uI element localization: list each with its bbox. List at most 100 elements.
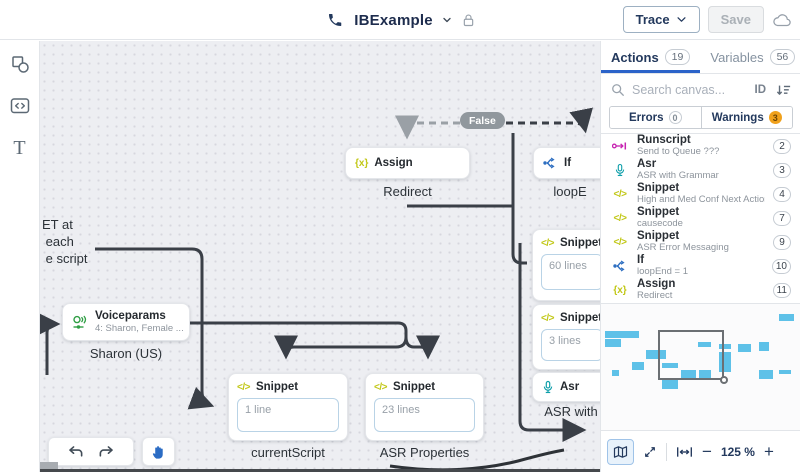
- node-label-currentscript: currentScript: [228, 445, 348, 460]
- trace-button[interactable]: Trace: [623, 6, 700, 33]
- tab-actions[interactable]: Actions 19: [601, 41, 700, 73]
- trace-chevron-icon: [676, 14, 687, 25]
- right-panel: Actions 19 Variables 56 Search canvas...…: [600, 41, 800, 472]
- action-subtitle: ASR Error Messaging: [637, 243, 765, 253]
- node-voiceparams[interactable]: Voiceparams 4: Sharon, Female ...: [62, 303, 190, 341]
- tab-label: Variables: [710, 50, 763, 65]
- action-row-snippet-causecode[interactable]: </> Snippet causecode 7: [601, 206, 800, 230]
- errors-filter-button[interactable]: Errors 0: [610, 107, 701, 128]
- pan-tool-button[interactable]: [142, 437, 175, 466]
- action-row-snippet-high[interactable]: </> Snippet High and Med Conf Next Actio…: [601, 182, 800, 206]
- undo-icon[interactable]: [66, 444, 84, 459]
- edge-into-voiceparams[interactable]: [47, 324, 56, 375]
- id-sort-label: ID: [755, 84, 767, 96]
- panel-tabs: Actions 19 Variables 56: [601, 41, 800, 74]
- action-number-badge: 4: [773, 187, 791, 202]
- shapes-tool-icon[interactable]: [9, 53, 31, 75]
- errors-label: Errors: [629, 112, 664, 124]
- search-icon: [611, 83, 625, 97]
- snippet-icon: </>: [541, 313, 554, 324]
- edge-to-currentscript[interactable]: [286, 337, 406, 355]
- action-subtitle: High and Med Conf Next Action: [637, 195, 765, 205]
- minimap-node: [662, 380, 678, 389]
- left-toolbar: T: [0, 41, 40, 472]
- node-snippet-currentscript[interactable]: </> Snippet 1 line: [228, 373, 348, 441]
- node-asr[interactable]: Asr: [532, 372, 600, 402]
- node-label-sharon: Sharon (US): [62, 346, 190, 361]
- redo-icon[interactable]: [98, 444, 116, 459]
- action-row-snippet-asrerror[interactable]: </> Snippet ASR Error Messaging 9: [601, 230, 800, 254]
- search-canvas-input[interactable]: Search canvas...: [632, 83, 748, 97]
- variables-count-badge: 56: [770, 49, 796, 65]
- minimap-viewport[interactable]: [658, 330, 724, 380]
- sort-icon[interactable]: [776, 83, 791, 97]
- minimap-toggle-button[interactable]: [607, 439, 634, 465]
- minimap-node: [779, 314, 794, 321]
- undo-redo-toolbar: [48, 437, 134, 466]
- minimap-node: [612, 370, 619, 376]
- node-snippet-asrproperties[interactable]: </> Snippet 23 lines: [365, 373, 484, 441]
- flow-menu-chevron-icon[interactable]: [441, 14, 453, 26]
- snippet-lines-box[interactable]: 60 lines: [541, 254, 600, 290]
- action-subtitle: causecode: [637, 219, 765, 229]
- snippet-lines-box[interactable]: 3 lines: [541, 329, 600, 361]
- action-number-badge: 3: [773, 163, 791, 178]
- node-title: Assign: [374, 157, 412, 169]
- false-branch-badge[interactable]: False: [460, 112, 505, 129]
- voiceparams-icon: [72, 315, 89, 330]
- node-if[interactable]: If: [533, 147, 600, 179]
- minimap-resize-handle[interactable]: [720, 376, 728, 384]
- runscript-icon: [611, 140, 629, 152]
- minimap-node: [632, 362, 644, 370]
- zoom-out-button[interactable]: −: [702, 445, 712, 459]
- warnings-label: Warnings: [712, 112, 764, 124]
- minimap-node: [605, 331, 639, 338]
- edge-false-left-dashed[interactable]: [407, 123, 460, 135]
- node-title: Voiceparams: [95, 309, 184, 323]
- map-icon: [612, 444, 629, 460]
- minimap-node: [759, 370, 773, 379]
- edge-to-asrproperties[interactable]: [406, 337, 428, 355]
- expand-icon[interactable]: [643, 445, 657, 459]
- zoom-in-button[interactable]: +: [764, 445, 774, 459]
- action-row-assign[interactable]: {x} Assign Redirect 11: [601, 278, 800, 302]
- cloud-sync-icon: [772, 12, 792, 28]
- minimap-node: [738, 344, 751, 352]
- fit-width-icon[interactable]: [676, 446, 693, 458]
- node-snippet-60[interactable]: </> Snippet 60 lines: [532, 229, 600, 301]
- header: IBExample Trace Save: [0, 0, 800, 40]
- node-subtitle: 4: Sharon, Female ...: [95, 323, 184, 335]
- edge-voiceparams-out[interactable]: [190, 323, 406, 339]
- minimap[interactable]: [601, 303, 800, 431]
- phone-icon: [324, 9, 346, 31]
- node-snippet-3[interactable]: </> Snippet 3 lines: [532, 304, 600, 370]
- node-title: Snippet: [560, 237, 600, 249]
- zoom-controls: − 125 % +: [601, 432, 800, 472]
- warnings-filter-button[interactable]: Warnings 3: [701, 107, 793, 128]
- edge-false-right-dashed[interactable]: [506, 123, 585, 129]
- if-icon: [611, 259, 629, 273]
- action-subtitle: Redirect: [637, 291, 765, 301]
- action-row-if[interactable]: If loopEnd = 1 10: [601, 254, 800, 278]
- action-number-badge: 7: [773, 211, 791, 226]
- snippet-icon: </>: [611, 213, 629, 224]
- code-window-tool-icon[interactable]: [9, 95, 31, 117]
- tab-variables[interactable]: Variables 56: [700, 41, 800, 73]
- node-label-loope: loopE: [540, 184, 600, 199]
- node-assign-redirect[interactable]: {x} Assign: [345, 147, 470, 179]
- flow-canvas[interactable]: ET at each e script False {x} Assign Red…: [40, 41, 600, 472]
- lock-icon: [461, 13, 476, 28]
- assign-icon: {x}: [611, 285, 629, 296]
- actions-count-badge: 19: [665, 49, 691, 65]
- snippet-icon: </>: [541, 238, 554, 249]
- save-button[interactable]: Save: [708, 6, 764, 33]
- flow-title: IBExample: [354, 12, 433, 29]
- action-number-badge: 2: [773, 139, 791, 154]
- action-row-runscript[interactable]: Runscript Send to Queue ??? 2: [601, 134, 800, 158]
- snippet-lines-box[interactable]: 1 line: [237, 398, 339, 432]
- text-tool-icon[interactable]: T: [9, 137, 31, 159]
- minimap-node: [779, 370, 791, 374]
- snippet-lines-box[interactable]: 23 lines: [374, 398, 475, 432]
- minimap-node: [759, 342, 769, 351]
- action-row-asr[interactable]: Asr ASR with Grammar 3: [601, 158, 800, 182]
